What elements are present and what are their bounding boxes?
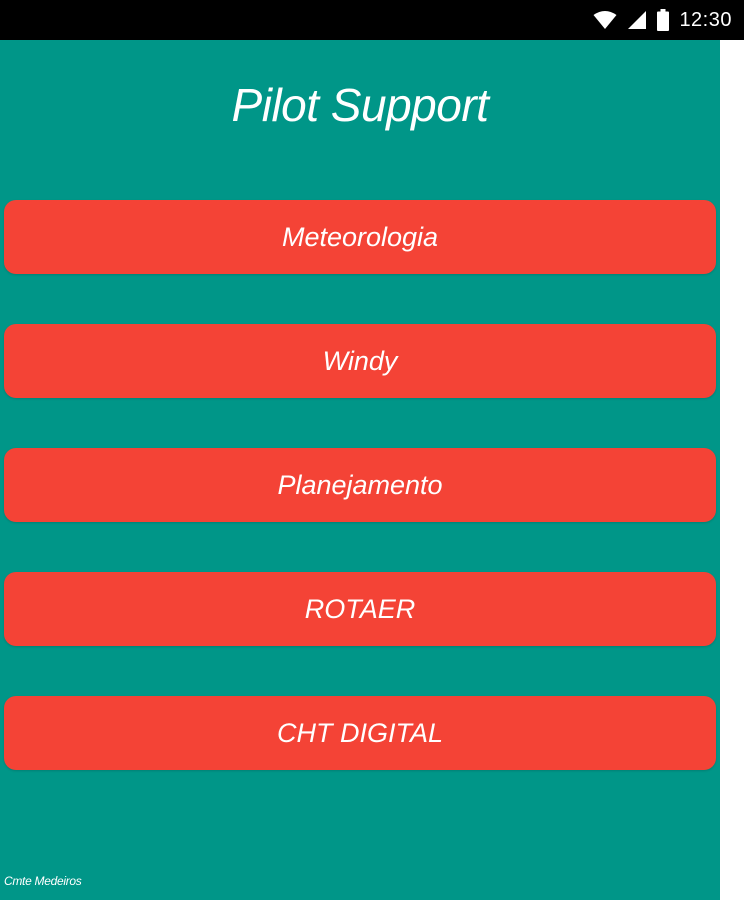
wifi-icon — [593, 10, 617, 30]
app-title: Pilot Support — [231, 79, 489, 131]
author-credit: Cmte Medeiros — [4, 874, 82, 888]
planejamento-button[interactable]: Planejamento — [4, 448, 716, 522]
signal-icon — [627, 10, 647, 30]
status-icons: 12:30 — [593, 0, 732, 40]
cht-digital-button[interactable]: CHT DIGITAL — [4, 696, 716, 770]
rotaer-button[interactable]: ROTAER — [4, 572, 716, 646]
app-screen: Pilot Support Meteorologia Windy Planeja… — [0, 40, 720, 900]
battery-icon — [657, 9, 670, 31]
meteorologia-button[interactable]: Meteorologia — [4, 200, 716, 274]
clock: 12:30 — [679, 8, 732, 31]
windy-button[interactable]: Windy — [4, 324, 716, 398]
status-bar: 12:30 — [0, 0, 744, 40]
